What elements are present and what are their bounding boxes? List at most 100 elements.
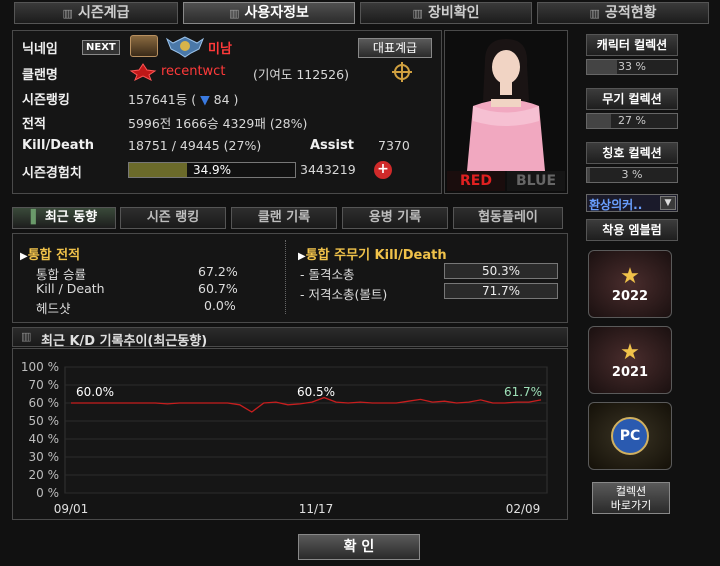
char-collection-title[interactable]: 캐릭터 컬렉션	[586, 34, 678, 56]
season-exp-total: 3443219	[300, 162, 356, 177]
weapon-row: - 돌격소총	[300, 267, 355, 282]
title-collection-title[interactable]: 칭호 컬렉션	[586, 142, 678, 164]
tab-grip-icon: ▥	[589, 7, 600, 20]
chart-y-tick-label: 60 %	[29, 396, 60, 410]
chart-data-label: 61.7%	[504, 385, 542, 399]
emblem-year: 2021	[611, 364, 649, 380]
weapon-kd-title: ▶통합 주무기 Kill/Death	[298, 248, 447, 263]
tab-season-rank[interactable]: ▥ 시즌계급	[14, 2, 178, 24]
subtab-grip-icon: ▌	[30, 210, 41, 225]
clan-name: recentwct	[161, 64, 226, 79]
chart-y-tick-label: 0 %	[36, 486, 59, 500]
title-collection-bar: 3 %	[586, 167, 678, 183]
team-blue[interactable]: BLUE	[507, 171, 565, 191]
triangle-icon: ▶	[20, 251, 28, 262]
clan-contribution: (기여도 112526)	[253, 67, 349, 82]
star-icon: ★	[620, 263, 640, 289]
nickname-label: 닉네임	[22, 42, 58, 57]
weapon-value: 71.7%	[444, 283, 558, 299]
assist-label: Assist	[310, 138, 354, 153]
combined-value: 0.0%	[204, 298, 236, 313]
season-rank-value: 157641등 ( ▼ 84 )	[128, 92, 239, 107]
emblem-year: 2022	[611, 288, 649, 304]
rank-down-arrow-icon: ▼	[200, 92, 210, 107]
chart-y-tick-label: 70 %	[29, 378, 60, 392]
weapon-collection-title[interactable]: 무기 컬렉션	[586, 88, 678, 110]
graph-panel: 100 % 70 % 60 % 50 % 40 % 30 % 20 % 0 % 09/01 11…	[12, 348, 568, 520]
combined-value: 67.2%	[198, 264, 238, 279]
assist-value: 7370	[378, 138, 410, 153]
combined-row: 헤드샷	[36, 301, 71, 316]
combined-value: 60.7%	[198, 281, 238, 296]
pc-badge-icon: PC	[611, 417, 649, 455]
collection-shortcut-button[interactable]: 컬렉션 바로가기	[592, 482, 670, 514]
next-badge: NEXT	[82, 40, 120, 55]
rank-change: 84	[213, 92, 230, 107]
tab-grip-icon: ▥	[62, 7, 73, 20]
title-collection-box: 칭호 컬렉션 3 %	[586, 142, 678, 183]
season-exp-percent: 34.9%	[192, 163, 232, 177]
chart-y-tick-label: 40 %	[29, 432, 60, 446]
tab-achievements[interactable]: ▥ 공적현황	[537, 2, 709, 24]
subtab-season-ranking[interactable]: 시즌 랭킹	[120, 207, 226, 229]
title-dropdown-value: 환상의커..	[589, 198, 643, 212]
wings-rank-icon	[165, 33, 205, 59]
tab-user-info[interactable]: ▥ 사용자정보	[183, 2, 355, 24]
chart-data-label: 60.5%	[297, 385, 335, 399]
combined-row: Kill / Death	[36, 281, 105, 296]
record-value: 5996전 1666승 4329패 (28%)	[128, 116, 308, 131]
chart-y-tick-label: 50 %	[29, 414, 60, 428]
subtab-recent-trend[interactable]: ▌ 최근 동향	[12, 207, 116, 229]
representative-rank-button[interactable]: 대표계급	[358, 38, 432, 58]
kd-label: Kill/Death	[22, 138, 95, 153]
chart-x-tick-label: 02/09	[506, 502, 541, 516]
graph-grip-icon: ▥	[21, 330, 32, 343]
char-collection-box: 캐릭터 컬렉션 33 %	[586, 34, 678, 75]
plus-circle-icon[interactable]: +	[374, 161, 392, 179]
season-exp-label: 시즌경험치	[22, 166, 82, 181]
confirm-button[interactable]: 확 인	[298, 534, 420, 560]
chart-x-tick-label: 09/01	[54, 502, 89, 516]
character-image	[467, 39, 545, 171]
triangle-icon: ▶	[298, 251, 306, 262]
chart-y-tick-label: 30 %	[29, 450, 60, 464]
subtab-coop-play[interactable]: 협동플레이	[453, 207, 563, 229]
weapon-collection-bar: 27 %	[586, 113, 678, 129]
clan-emblem-icon	[128, 63, 158, 84]
subtab-clan-record[interactable]: 클랜 기록	[231, 207, 337, 229]
weapon-collection-pct: 27 %	[618, 114, 646, 127]
tab-grip-icon: ▥	[229, 7, 239, 20]
combined-record-title: ▶통합 전적	[20, 248, 81, 263]
equipped-emblem-title: 착용 엠블럼	[586, 219, 678, 241]
record-label: 전적	[22, 117, 46, 132]
rank-insignia-icon	[130, 35, 158, 57]
chart-y-tick-label: 20 %	[29, 468, 60, 482]
character-portrait: RED BLUE	[444, 30, 568, 194]
title-collection-pct: 3 %	[621, 168, 643, 181]
subtab-mercenary-record[interactable]: 용병 기록	[342, 207, 448, 229]
char-collection-bar: 33 %	[586, 59, 678, 75]
emblem-2022[interactable]: ★ 2022	[588, 250, 672, 318]
crosshair-icon[interactable]	[392, 62, 412, 85]
divider	[285, 240, 286, 314]
emblem-pc[interactable]: PC	[588, 402, 672, 470]
char-collection-pct: 33 %	[618, 60, 646, 73]
season-exp-bar: 34.9%	[128, 162, 296, 178]
chevron-down-icon[interactable]: ▼	[660, 196, 676, 210]
title-dropdown[interactable]: 환상의커.. ▼	[586, 194, 678, 212]
tab-grip-icon: ▥	[412, 7, 423, 20]
emblem-2021[interactable]: ★ 2021	[588, 326, 672, 394]
tab-equipment[interactable]: ▥ 장비확인	[360, 2, 532, 24]
team-red[interactable]: RED	[447, 171, 505, 191]
season-rank-label: 시즌랭킹	[22, 93, 70, 108]
kd-trend-chart: 100 % 70 % 60 % 50 % 40 % 30 % 20 % 0 % 09/01 11…	[21, 360, 548, 516]
graph-title: 최근 K/D 기록추이(최근동향)	[41, 334, 208, 349]
graph-title-bar: ▥ 최근 K/D 기록추이(최근동향)	[12, 327, 568, 349]
chart-data-label: 60.0%	[76, 385, 114, 399]
weapon-row: - 저격소총(볼트)	[300, 287, 388, 302]
weapon-collection-box: 무기 컬렉션 27 %	[586, 88, 678, 129]
nickname: 미남	[208, 42, 232, 57]
chart-y-ticks: 100 % 70 % 60 % 50 % 40 % 30 % 20 % 0 %	[21, 360, 59, 500]
clan-label: 클랜명	[22, 68, 58, 83]
chart-x-ticks: 09/01 11/17 02/09	[54, 502, 541, 516]
